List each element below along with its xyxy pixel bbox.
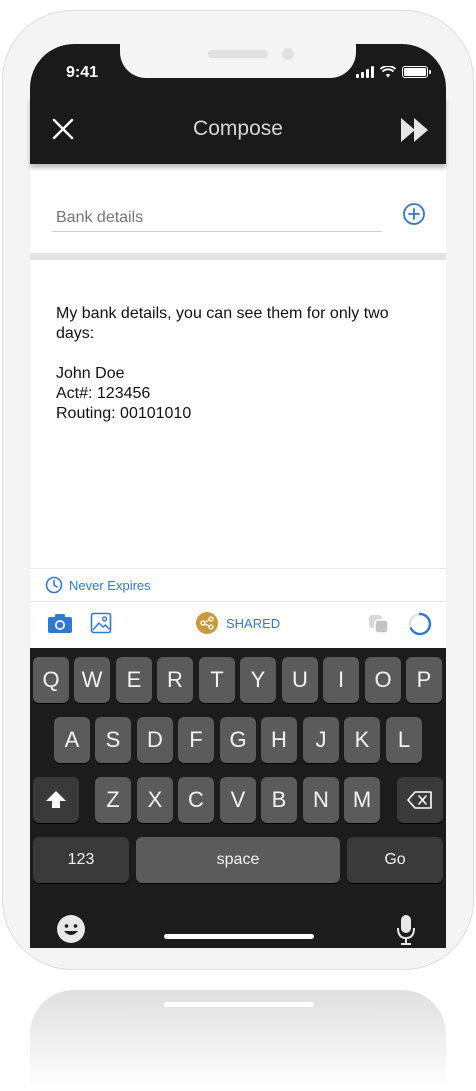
phone-reflection [30,990,446,1091]
key-p[interactable]: P [406,657,442,703]
wifi-icon [380,66,396,78]
key-g[interactable]: G [220,717,256,763]
signal-icon [356,66,374,78]
page-title: Compose [193,117,283,140]
backspace-icon [407,791,432,809]
key-w[interactable]: W [74,657,110,703]
compose-body: My bank details, you can see them for on… [30,164,446,648]
message-line: Routing: 00101010 [56,405,192,422]
shared-toggle[interactable]: SHARED [196,612,280,634]
key-z[interactable]: Z [95,777,131,823]
reflection-home-indicator [164,1002,314,1007]
key-a[interactable]: A [54,717,90,763]
key-u[interactable]: U [282,657,318,703]
key-t[interactable]: T [199,657,235,703]
key-v[interactable]: V [220,777,256,823]
key-x[interactable]: X [137,777,173,823]
key-e[interactable]: E [116,657,152,703]
header-bar: Compose [30,96,446,164]
compose-toolbar: SHARED [30,602,446,648]
key-j[interactable]: J [303,717,339,763]
status-icons [356,66,431,78]
shift-icon [46,791,66,808]
send-icon[interactable] [400,116,430,144]
front-camera [282,48,294,60]
key-o[interactable]: O [365,657,401,703]
shift-key[interactable] [33,777,79,823]
subject-row [30,164,446,254]
home-indicator[interactable] [164,934,314,939]
key-k[interactable]: K [344,717,380,763]
key-h[interactable]: H [261,717,297,763]
image-icon[interactable] [90,612,112,634]
message-intro: My bank details, you can see them for on… [56,305,389,342]
share-icon [196,612,218,634]
key-f[interactable]: F [178,717,214,763]
subject-input[interactable] [52,204,382,232]
go-key[interactable]: Go [347,837,443,883]
key-i[interactable]: I [323,657,359,703]
key-q[interactable]: Q [33,657,69,703]
clock-icon [45,576,63,594]
space-key[interactable]: space [136,837,340,883]
divider [30,253,446,260]
add-icon[interactable] [402,202,426,226]
key-n[interactable]: N [303,777,339,823]
status-time: 9:41 [66,64,99,81]
expiry-label: Never Expires [69,577,151,593]
keyboard: Q W E R T Y U I O P A S D F G H J K L Z … [30,648,446,948]
key-l[interactable]: L [386,717,422,763]
key-r[interactable]: R [157,657,193,703]
speaker [208,50,268,58]
key-d[interactable]: D [137,717,173,763]
emoji-icon[interactable] [56,914,86,944]
progress-icon[interactable] [408,612,432,636]
copy-icon[interactable] [368,614,390,634]
camera-icon[interactable] [47,612,73,634]
key-m[interactable]: M [344,777,380,823]
message-line: John Doe [56,365,125,382]
message-line: Act#: 123456 [56,385,151,402]
battery-icon [402,66,431,78]
microphone-icon[interactable] [396,914,416,946]
key-y[interactable]: Y [240,657,276,703]
backspace-key[interactable] [397,777,443,823]
numbers-key[interactable]: 123 [33,837,129,883]
shared-label: SHARED [226,615,281,631]
expiry-setting[interactable]: Never Expires [30,568,446,602]
key-c[interactable]: C [178,777,214,823]
key-s[interactable]: S [95,717,131,763]
key-b[interactable]: B [261,777,297,823]
message-body[interactable]: My bank details, you can see them for on… [56,304,416,424]
